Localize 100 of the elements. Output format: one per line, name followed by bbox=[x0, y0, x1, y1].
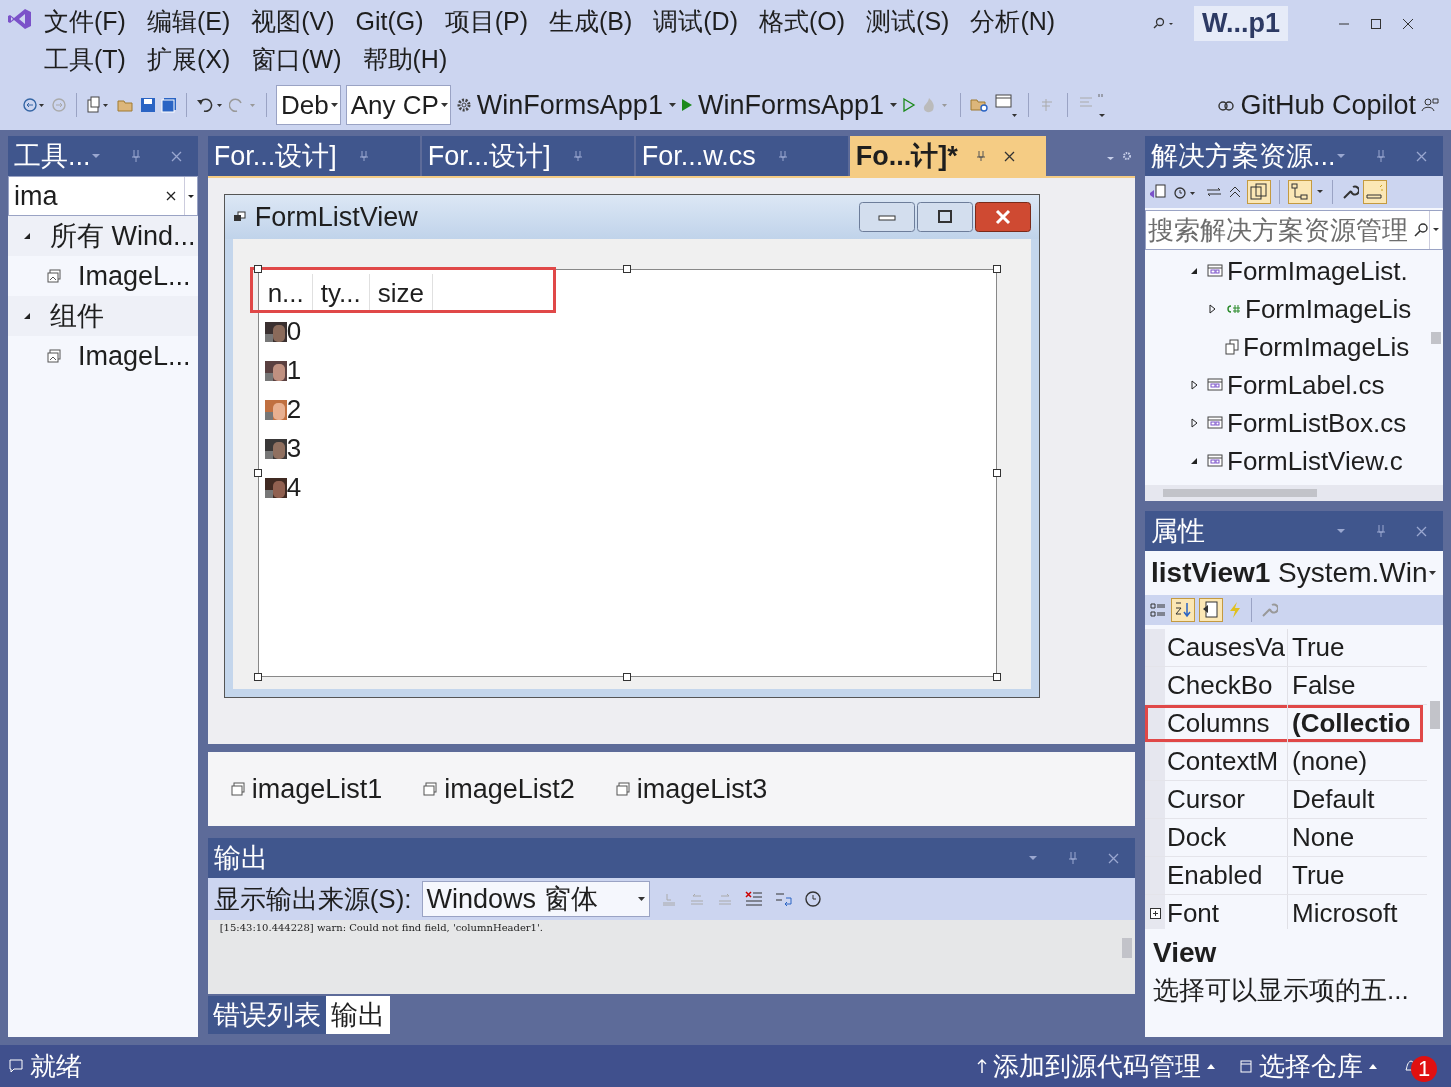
close-icon[interactable] bbox=[1402, 17, 1414, 30]
maximize-button[interactable] bbox=[916, 202, 973, 232]
property-value[interactable]: True bbox=[1288, 860, 1345, 891]
resize-handle[interactable] bbox=[253, 265, 262, 273]
expander-icon[interactable] bbox=[22, 231, 32, 241]
expander-icon[interactable] bbox=[1189, 417, 1199, 429]
property-name[interactable]: Font bbox=[1165, 895, 1288, 929]
copilot-button[interactable]: GitHub Copilot bbox=[1240, 89, 1416, 121]
dropdown-icon[interactable] bbox=[1316, 189, 1324, 195]
resize-handle[interactable] bbox=[622, 673, 631, 681]
source-control-button[interactable]: 添加到源代码管理 bbox=[993, 1048, 1201, 1084]
property-name[interactable]: Cursor bbox=[1165, 781, 1288, 818]
tree-item[interactable]: FormListView.c bbox=[1227, 445, 1403, 477]
property-value[interactable]: False bbox=[1288, 670, 1356, 701]
play-icon[interactable] bbox=[680, 98, 693, 112]
property-name[interactable]: Columns bbox=[1165, 705, 1288, 742]
resize-handle[interactable] bbox=[992, 673, 1001, 681]
pin-icon[interactable] bbox=[1376, 524, 1386, 538]
expand-icon[interactable] bbox=[1149, 908, 1161, 919]
pin-icon[interactable] bbox=[975, 150, 986, 162]
tree-item[interactable]: FormLabel.cs bbox=[1227, 369, 1385, 401]
list-item[interactable]: 3 bbox=[286, 433, 302, 464]
search-icon[interactable] bbox=[1413, 222, 1429, 238]
close-icon[interactable] bbox=[1003, 150, 1015, 162]
tree-item[interactable]: FormImageLis bbox=[1245, 293, 1412, 325]
pin-icon[interactable] bbox=[130, 149, 141, 163]
list-item[interactable]: 4 bbox=[286, 472, 302, 503]
menu-item[interactable]: 编辑(E) bbox=[146, 4, 231, 38]
menu-item[interactable]: 文件(F) bbox=[44, 4, 126, 38]
property-value[interactable]: (Collectio bbox=[1288, 708, 1411, 739]
close-button[interactable] bbox=[974, 202, 1031, 232]
resize-handle[interactable] bbox=[622, 265, 631, 273]
search-icon[interactable] bbox=[1152, 16, 1174, 31]
menu-item[interactable]: 测试(S) bbox=[866, 4, 950, 38]
document-tab[interactable]: For...设计] bbox=[421, 136, 634, 176]
panel-tab[interactable]: 错误列表 bbox=[207, 996, 326, 1034]
play-outline-icon[interactable] bbox=[901, 97, 916, 113]
undo-icon[interactable] bbox=[196, 97, 224, 113]
save-icon[interactable] bbox=[140, 97, 156, 113]
source-dropdown[interactable]: Windows 窗体 bbox=[421, 881, 650, 917]
collapse-icon[interactable] bbox=[1227, 184, 1243, 200]
tree-item[interactable]: FormImageLis bbox=[1243, 331, 1410, 363]
repository-button[interactable]: 选择仓库 bbox=[1259, 1048, 1363, 1084]
pin-icon[interactable] bbox=[777, 150, 788, 162]
solution-icon[interactable] bbox=[1149, 183, 1167, 201]
start-button[interactable]: WinFormsApp1 bbox=[697, 89, 897, 121]
back-icon[interactable] bbox=[22, 97, 46, 113]
menu-item[interactable]: 分析(N) bbox=[970, 4, 1056, 38]
resize-handle[interactable] bbox=[253, 469, 262, 477]
panel-tab[interactable]: 输出 bbox=[325, 996, 390, 1034]
property-pages-icon[interactable] bbox=[1199, 598, 1223, 622]
document-tab[interactable]: Fo...计]* bbox=[849, 136, 1046, 176]
property-value[interactable]: True bbox=[1288, 632, 1345, 663]
clock-icon[interactable] bbox=[803, 890, 822, 908]
arrow-up-icon[interactable] bbox=[977, 1058, 987, 1074]
menu-item[interactable]: 生成(B) bbox=[548, 4, 633, 38]
window-icon[interactable] bbox=[994, 91, 1019, 119]
tree-item[interactable]: FormImageList. bbox=[1227, 255, 1408, 287]
toolbox-item[interactable]: ImageL... bbox=[78, 340, 191, 372]
menu-item[interactable]: 格式(O) bbox=[759, 4, 846, 38]
document-tab[interactable]: For...设计] bbox=[207, 136, 420, 176]
resize-handle[interactable] bbox=[992, 265, 1001, 273]
property-name[interactable]: Enabled bbox=[1165, 857, 1288, 894]
caret-icon[interactable] bbox=[1207, 1063, 1215, 1069]
list-item[interactable]: 2 bbox=[286, 394, 302, 425]
repository-icon[interactable] bbox=[1239, 1059, 1253, 1073]
toolbox-item[interactable]: ImageL... bbox=[78, 260, 191, 292]
menu-item[interactable]: Git(G) bbox=[355, 4, 424, 38]
column-header[interactable]: size bbox=[369, 274, 433, 312]
menu-item[interactable]: 工具(T) bbox=[44, 42, 126, 76]
resize-handle[interactable] bbox=[253, 673, 262, 681]
menu-item[interactable]: 调试(D) bbox=[653, 4, 738, 38]
tree-item[interactable]: FormListBox.cs bbox=[1227, 407, 1407, 439]
pin-icon[interactable] bbox=[358, 150, 369, 162]
menu-item[interactable]: 帮助(H) bbox=[362, 42, 448, 76]
menu-item[interactable]: 窗口(W) bbox=[251, 42, 342, 76]
property-value[interactable]: Microsoft bbox=[1288, 898, 1398, 929]
menu-item[interactable]: 项目(P) bbox=[444, 4, 528, 38]
categorized-icon[interactable] bbox=[1149, 601, 1167, 619]
platform-dropdown[interactable]: Any CP bbox=[345, 85, 451, 125]
document-tab[interactable]: For...w.cs bbox=[635, 136, 848, 176]
folder-search-icon[interactable] bbox=[969, 96, 990, 114]
menu-item[interactable]: 扩展(X) bbox=[146, 42, 231, 76]
menu-item[interactable]: 视图(V) bbox=[251, 4, 335, 38]
copy-icon[interactable] bbox=[1247, 180, 1271, 204]
hierarchy-icon[interactable] bbox=[1288, 180, 1312, 204]
person-icon[interactable] bbox=[1421, 96, 1439, 114]
component-item[interactable]: imageList2 bbox=[444, 773, 575, 805]
pin-icon[interactable] bbox=[1068, 851, 1078, 865]
pin-icon[interactable] bbox=[572, 150, 583, 162]
startup-project-dropdown[interactable]: WinFormsApp1 bbox=[476, 89, 676, 121]
caret-icon[interactable] bbox=[1429, 571, 1437, 575]
property-value[interactable]: Default bbox=[1288, 784, 1375, 815]
expander-icon[interactable] bbox=[22, 311, 32, 321]
property-value[interactable]: (none) bbox=[1288, 746, 1368, 777]
column-header[interactable]: n... bbox=[259, 274, 313, 312]
object-selector[interactable]: listView1 System.Win bbox=[1151, 557, 1428, 589]
property-value[interactable]: None bbox=[1288, 822, 1355, 853]
maximize-icon[interactable] bbox=[1370, 17, 1382, 30]
expander-icon[interactable] bbox=[1207, 303, 1217, 315]
